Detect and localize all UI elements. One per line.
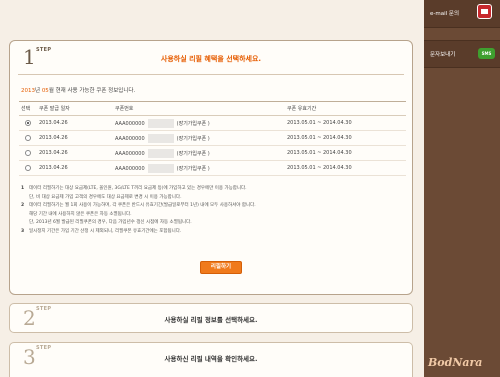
coupon-code: AAA000000	[115, 165, 145, 172]
step-label: STEP	[36, 306, 52, 312]
send-sms-button[interactable]: 문자보내기 SMS	[424, 40, 500, 68]
info-year: 2013	[21, 88, 35, 94]
sms-label: 문자보내기	[430, 52, 456, 58]
mail-icon	[477, 4, 492, 19]
note-number: 1	[21, 186, 25, 191]
table-row[interactable]: 2013.04.26 AAA000000 (장기가입쿠폰 ) 2013.05.01…	[19, 145, 406, 161]
validity: 2013.05.01 ~ 2014.04.30	[285, 160, 406, 176]
col-select: 선택	[19, 101, 37, 116]
step2-panel[interactable]: 2 STEP 사용하실 리필 정보를 선택하세요.	[9, 303, 413, 333]
divider	[18, 74, 404, 75]
note-text: 일시정지 기간은 가입 기간 산정 시 제외되니, 리필쿠폰 유효기간에는 포함…	[29, 228, 182, 234]
note-sub: 단, 비 대상 요금제 가입 고객의 경우에도 대상 요금제로 변경 시 이용 …	[29, 194, 182, 200]
coupon-radio[interactable]	[25, 164, 31, 171]
email-label: e-mail 문의	[430, 11, 460, 17]
masked-block	[147, 163, 174, 173]
table-header-row: 선택 쿠폰 발급 일자 쿠폰번호 쿠폰 유효기간	[19, 101, 406, 116]
table-row[interactable]: 2013.04.26 AAA000000 (장기가입쿠폰 ) 2013.05.01…	[19, 115, 406, 131]
coupon-radio[interactable]	[25, 149, 31, 156]
table-row[interactable]: 2013.04.26 AAA000000 (장기가입쿠폰 ) 2013.05.01…	[19, 130, 406, 146]
step3-title: 사용하신 리필 내역을 확인하세요.	[164, 355, 258, 363]
note-item: 2 데이터 리필하기는 월 1회 사용이 가능하며, 각 쿠폰은 반드시 유효기간…	[21, 202, 411, 211]
step1-panel: 1 STEP 사용하실 리필 혜택을 선택하세요. 2013년 05월 현재 사…	[9, 40, 413, 295]
note-sub: 단, 2013년 6월 발급된 리필쿠폰의 경우, 다음 가입년수 갱신 시점에…	[29, 220, 192, 225]
info-text: 월 현재 사용 가능한 쿠폰 정보입니다.	[48, 88, 136, 94]
step1-title: 사용하실 리필 혜택을 선택하세요.	[160, 55, 262, 63]
coupon-table: 선택 쿠폰 발급 일자 쿠폰번호 쿠폰 유효기간 2013.04.26 AAA0…	[19, 101, 406, 176]
coupon-info: 2013년 05월 현재 사용 가능한 쿠폰 정보입니다.	[21, 86, 135, 94]
issue-date: 2013.04.26	[37, 115, 113, 131]
validity: 2013.05.01 ~ 2014.04.30	[285, 130, 406, 146]
step3-panel[interactable]: 3 STEP 사용하신 리필 내역을 확인하세요.	[9, 342, 413, 377]
col-issue-date: 쿠폰 발급 일자	[37, 101, 113, 116]
table-row[interactable]: 2013.04.26 AAA000000 (장기가입쿠폰 ) 2013.05.01…	[19, 160, 406, 176]
refill-button[interactable]: 리필하기	[200, 261, 242, 274]
issue-date: 2013.04.26	[37, 160, 113, 176]
right-sidebar: e-mail 문의 문자보내기 SMS	[424, 0, 500, 377]
validity: 2013.05.01 ~ 2014.04.30	[285, 115, 406, 131]
note-number: 2	[21, 203, 25, 208]
info-month: 05	[41, 88, 49, 94]
email-inquiry-button[interactable]: e-mail 문의	[424, 0, 500, 28]
coupon-number: AAA000000 (장기가입쿠폰 )	[113, 130, 285, 146]
note-text: 데이터 리필하기는 월 1회 사용이 가능하며, 각 쿠폰은 반드시 유효기간(…	[29, 203, 256, 208]
coupon-code: AAA000000	[115, 135, 145, 142]
note-sub: 해당 기간 내에 사용하지 않은 쿠폰은 자동 소멸됩니다.	[29, 211, 132, 217]
coupon-type: (장기가입쿠폰 )	[176, 165, 210, 172]
masked-block	[147, 148, 174, 158]
notes-list: 1 데이터 리필하기는 대상 요금제(LTE, 올인원, 3G/LTE T끼리 요…	[21, 185, 411, 236]
coupon-radio[interactable]	[25, 134, 31, 141]
masked-block	[147, 133, 174, 143]
coupon-type: (장기가입쿠폰 )	[176, 135, 210, 142]
coupon-code: AAA000000	[115, 120, 145, 127]
step2-title: 사용하실 리필 정보를 선택하세요.	[164, 316, 258, 324]
masked-block	[147, 118, 174, 128]
step-label: STEP	[36, 47, 52, 53]
issue-date: 2013.04.26	[37, 130, 113, 146]
issue-date: 2013.04.26	[37, 145, 113, 161]
note-item: 1 데이터 리필하기는 대상 요금제(LTE, 올인원, 3G/LTE T끼리 요…	[21, 185, 411, 194]
main-content: 1 STEP 사용하실 리필 혜택을 선택하세요. 2013년 05월 현재 사…	[0, 0, 424, 377]
coupon-code: AAA000000	[115, 150, 145, 157]
coupon-radio[interactable]	[25, 119, 31, 126]
validity: 2013.05.01 ~ 2014.04.30	[285, 145, 406, 161]
coupon-number: AAA000000 (장기가입쿠폰 )	[113, 145, 285, 161]
sms-icon: SMS	[478, 48, 495, 59]
coupon-type: (장기가입쿠폰 )	[176, 150, 210, 157]
note-item: 3 일시정지 기간은 가입 기간 산정 시 제외되니, 리필쿠폰 유효기간에는 포…	[21, 228, 411, 237]
watermark-logo: BodNara	[428, 356, 483, 369]
col-validity: 쿠폰 유효기간	[285, 101, 406, 116]
coupon-number: AAA000000 (장기가입쿠폰 )	[113, 115, 285, 131]
note-text: 데이터 리필하기는 대상 요금제(LTE, 올인원, 3G/LTE T끼리 요금…	[29, 186, 247, 191]
coupon-type: (장기가입쿠폰 )	[176, 120, 210, 127]
coupon-number: AAA000000 (장기가입쿠폰 )	[113, 160, 285, 176]
note-number: 3	[21, 228, 25, 234]
col-coupon-number: 쿠폰번호	[113, 101, 285, 116]
info-year-suffix: 년	[35, 88, 41, 94]
step-label: STEP	[36, 345, 52, 351]
